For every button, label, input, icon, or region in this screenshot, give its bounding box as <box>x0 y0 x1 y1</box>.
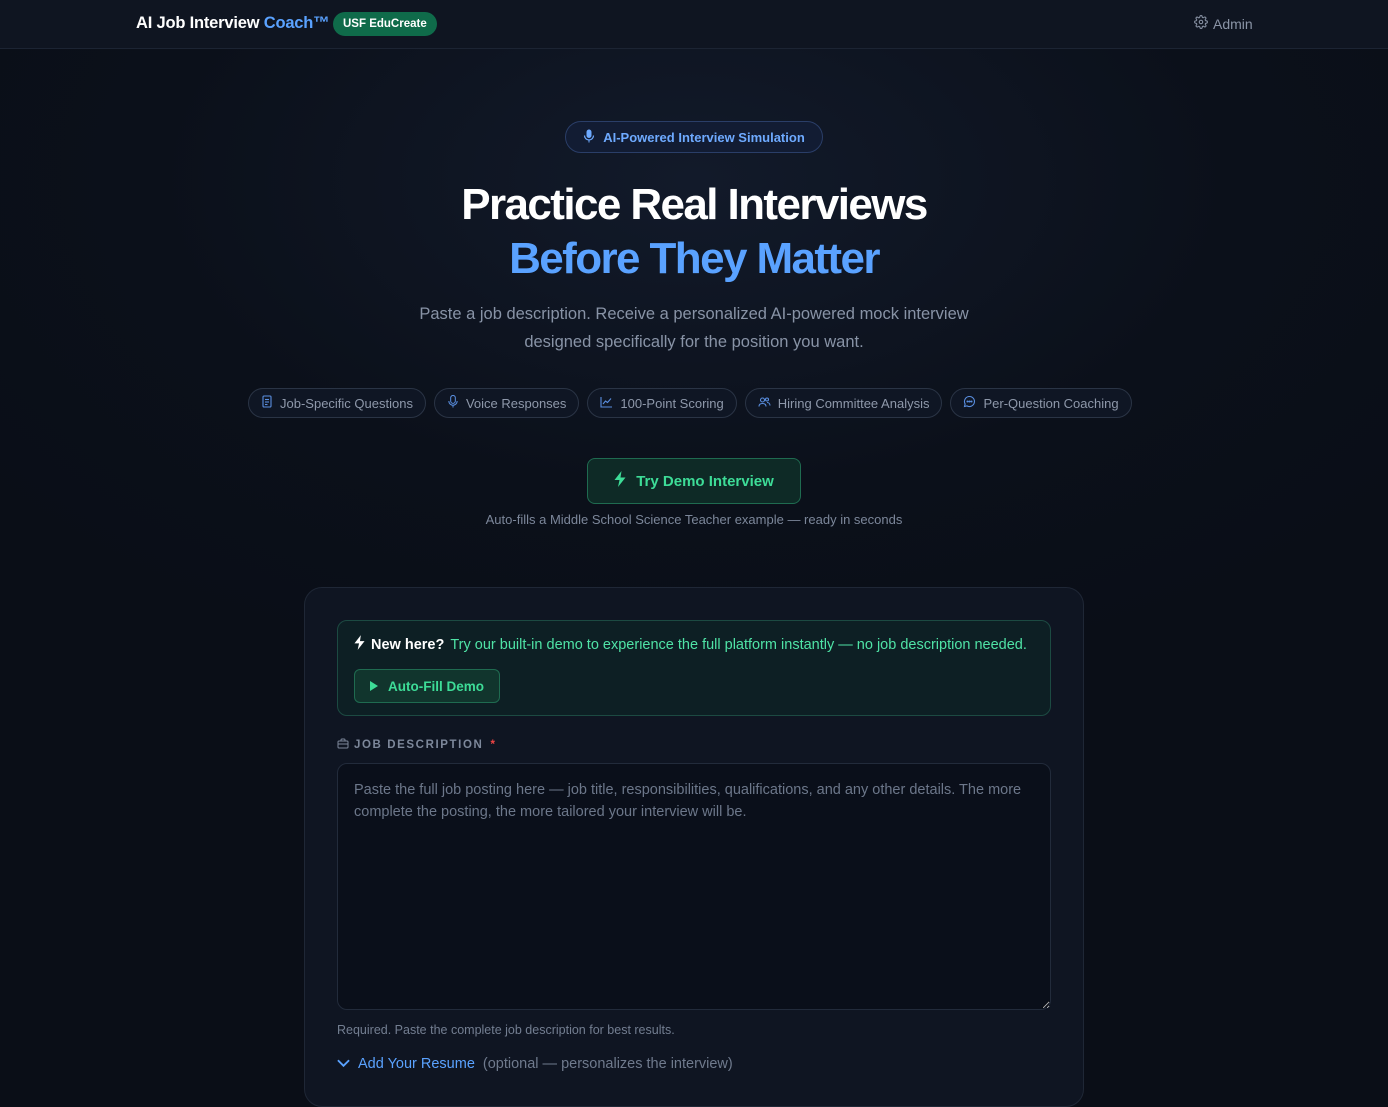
new-here-bold: New here? <box>371 636 445 653</box>
job-description-label-text: JOB DESCRIPTION <box>354 739 484 751</box>
feature-chip-label: Hiring Committee Analysis <box>777 395 930 411</box>
brand-title-accent: Coach™ <box>263 14 330 32</box>
org-badge: USF EduCreate <box>333 12 437 36</box>
chat-icon <box>963 395 976 411</box>
job-description-label: JOB DESCRIPTION * <box>337 738 497 752</box>
try-demo-interview-label: Try Demo Interview <box>636 472 774 490</box>
auto-fill-demo-label: Auto-Fill Demo <box>388 678 484 694</box>
add-resume-link: Add Your Resume <box>358 1056 475 1072</box>
hero-title-line2: Before They Matter <box>509 234 880 283</box>
new-here-message: New here? Try our built-in demo to exper… <box>354 635 1027 654</box>
feature-chip-label: Per-Question Coaching <box>983 395 1119 411</box>
hero-title-line1: Practice Real Interviews <box>461 180 928 229</box>
auto-fill-demo-button[interactable]: Auto-Fill Demo <box>354 669 500 703</box>
feature-chip-label: Job-Specific Questions <box>280 395 413 411</box>
brand-title-main: AI Job Interview <box>136 14 260 32</box>
feature-chip-label: 100-Point Scoring <box>620 395 724 411</box>
briefcase-icon <box>337 738 349 752</box>
feature-chip-100-point-scoring: 100-Point Scoring <box>587 388 737 418</box>
play-icon <box>370 679 378 694</box>
required-mark: * <box>490 739 497 751</box>
chart-icon <box>600 396 613 411</box>
try-demo-interview-button[interactable]: Try Demo Interview <box>587 458 801 504</box>
hero-subtitle: Paste a job description. Receive a perso… <box>419 305 969 351</box>
hero-tag-pill: AI-Powered Interview Simulation <box>565 121 823 153</box>
lightning-icon <box>614 471 626 491</box>
feature-chip-hiring-committee-analysis: Hiring Committee Analysis <box>744 388 943 418</box>
top-navbar: AI Job Interview Coach™ USF EduCreate Ad… <box>0 0 1388 49</box>
feature-chips: Job-Specific Questions Voice Responses 1… <box>248 388 1132 418</box>
job-description-textarea[interactable] <box>337 763 1051 1010</box>
add-resume-note: (optional — personalizes the interview) <box>482 1056 733 1072</box>
feature-chip-per-question-coaching: Per-Question Coaching <box>950 388 1132 418</box>
job-description-help: Required. Paste the complete job descrip… <box>337 1023 675 1037</box>
brand-title[interactable]: AI Job Interview Coach™ <box>136 14 330 33</box>
feature-chip-job-specific-questions: Job-Specific Questions <box>248 388 426 418</box>
admin-link[interactable]: Admin <box>1194 15 1253 32</box>
demo-caption: Auto-fills a Middle School Science Teach… <box>485 512 903 527</box>
users-icon <box>758 396 771 411</box>
hero-tag-label: AI-Powered Interview Simulation <box>603 129 805 145</box>
add-resume-toggle[interactable]: Add Your Resume (optional — personalizes… <box>337 1056 733 1072</box>
gear-icon <box>1194 15 1208 32</box>
lightning-icon <box>354 635 365 654</box>
feature-chip-voice-responses: Voice Responses <box>433 388 580 418</box>
document-icon <box>261 395 273 411</box>
chevron-down-icon <box>337 1056 350 1072</box>
new-here-banner: New here? Try our built-in demo to exper… <box>337 620 1051 716</box>
microphone-icon <box>447 394 459 411</box>
microphone-icon <box>583 129 595 146</box>
new-here-text: Try our built-in demo to experience the … <box>450 636 1027 653</box>
feature-chip-label: Voice Responses <box>465 395 567 411</box>
admin-label: Admin <box>1213 15 1253 32</box>
